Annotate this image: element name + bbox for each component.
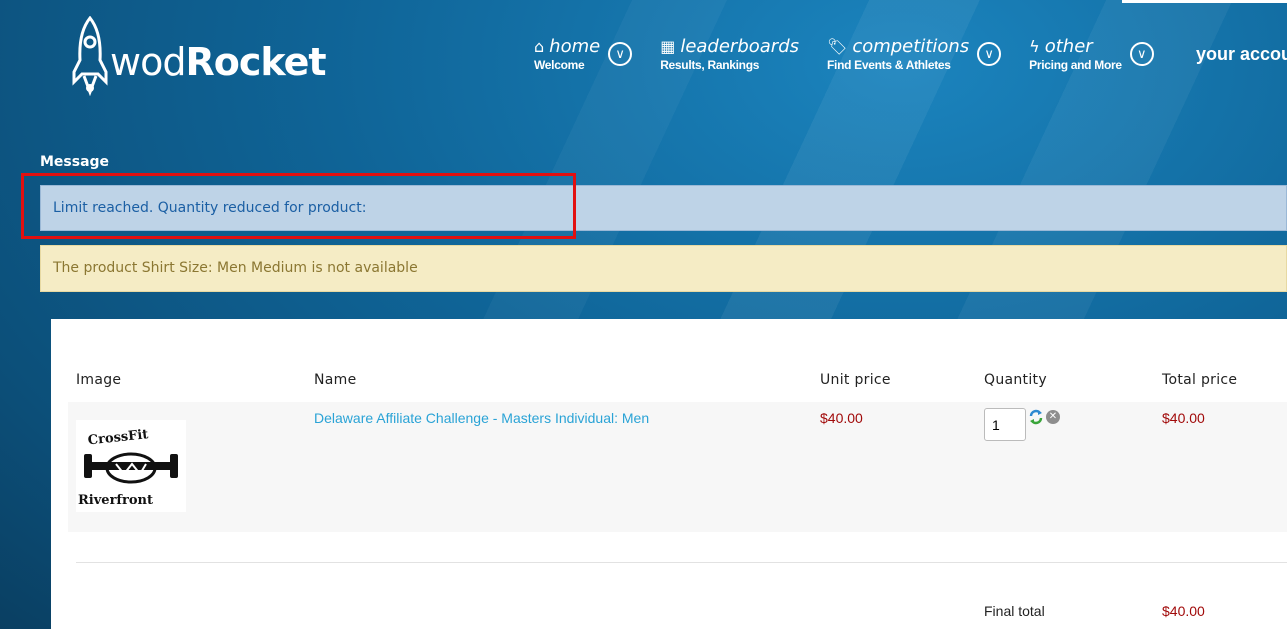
nav-competitions-title: competitions — [852, 36, 970, 57]
warning-alert: The product Shirt Size: Men Medium is no… — [40, 245, 1287, 292]
table-row — [68, 402, 1287, 532]
nav-home-sub: Welcome — [534, 58, 585, 72]
logo-text: wodRocket — [110, 40, 327, 84]
header-quantity: Quantity — [984, 372, 1047, 388]
nav-other-title: other — [1044, 36, 1093, 57]
rocket-icon — [72, 16, 108, 96]
chevron-down-icon[interactable]: ∨ — [1129, 42, 1154, 66]
grid-icon: ▦ — [660, 37, 676, 56]
nav-competitions-sub: Find Events & Athletes — [827, 58, 951, 72]
product-image[interactable]: CrossFit Riverfront — [76, 420, 186, 512]
nav-home-title: home — [549, 36, 601, 57]
wodrocket-logo[interactable]: wodRocket — [68, 16, 327, 96]
red-highlight-box — [21, 173, 576, 239]
header-unit-price: Unit price — [820, 372, 891, 388]
tag-icon: 🏷 — [827, 37, 848, 56]
message-heading: Message — [40, 154, 110, 170]
divider — [76, 562, 1287, 563]
header-name: Name — [314, 372, 357, 388]
logo-bottom-text: Riverfront — [78, 493, 153, 508]
chevron-down-icon[interactable]: ∨ — [608, 42, 633, 66]
bolt-icon: ϟ — [1029, 37, 1040, 56]
header-image: Image — [76, 372, 122, 388]
nav-other[interactable]: ϟ other Pricing and More ∨ — [1029, 36, 1154, 72]
final-total-value: $40.00 — [1162, 603, 1205, 619]
product-name-link[interactable]: Delaware Affiliate Challenge - Masters I… — [314, 410, 649, 426]
main-nav: ⌂ home Welcome ∨ ▦ leaderboards Results, R… — [534, 36, 1182, 72]
nav-home[interactable]: ⌂ home Welcome ∨ — [534, 36, 633, 72]
header-total-price: Total price — [1162, 372, 1238, 388]
nav-other-sub: Pricing and More — [1029, 58, 1122, 72]
logo-top-text: CrossFit — [87, 427, 149, 448]
home-icon: ⌂ — [534, 37, 545, 56]
chevron-down-icon[interactable]: ∨ — [977, 42, 1002, 66]
nav-leaderboards[interactable]: ▦ leaderboards Results, Rankings — [660, 36, 799, 72]
nav-leaderboards-title: leaderboards — [680, 36, 799, 57]
top-search-box[interactable] — [1122, 0, 1287, 3]
unit-price: $40.00 — [820, 410, 863, 426]
final-total-label: Final total — [984, 603, 1045, 619]
nav-leaderboards-sub: Results, Rankings — [660, 58, 760, 72]
total-price: $40.00 — [1162, 410, 1205, 426]
refresh-icon[interactable] — [1028, 409, 1044, 425]
nav-account[interactable]: your account — [1196, 44, 1287, 65]
quantity-input[interactable] — [984, 408, 1026, 441]
remove-icon[interactable]: ✕ — [1046, 410, 1060, 424]
nav-competitions[interactable]: 🏷 competitions Find Events & Athletes ∨ — [827, 36, 1002, 72]
